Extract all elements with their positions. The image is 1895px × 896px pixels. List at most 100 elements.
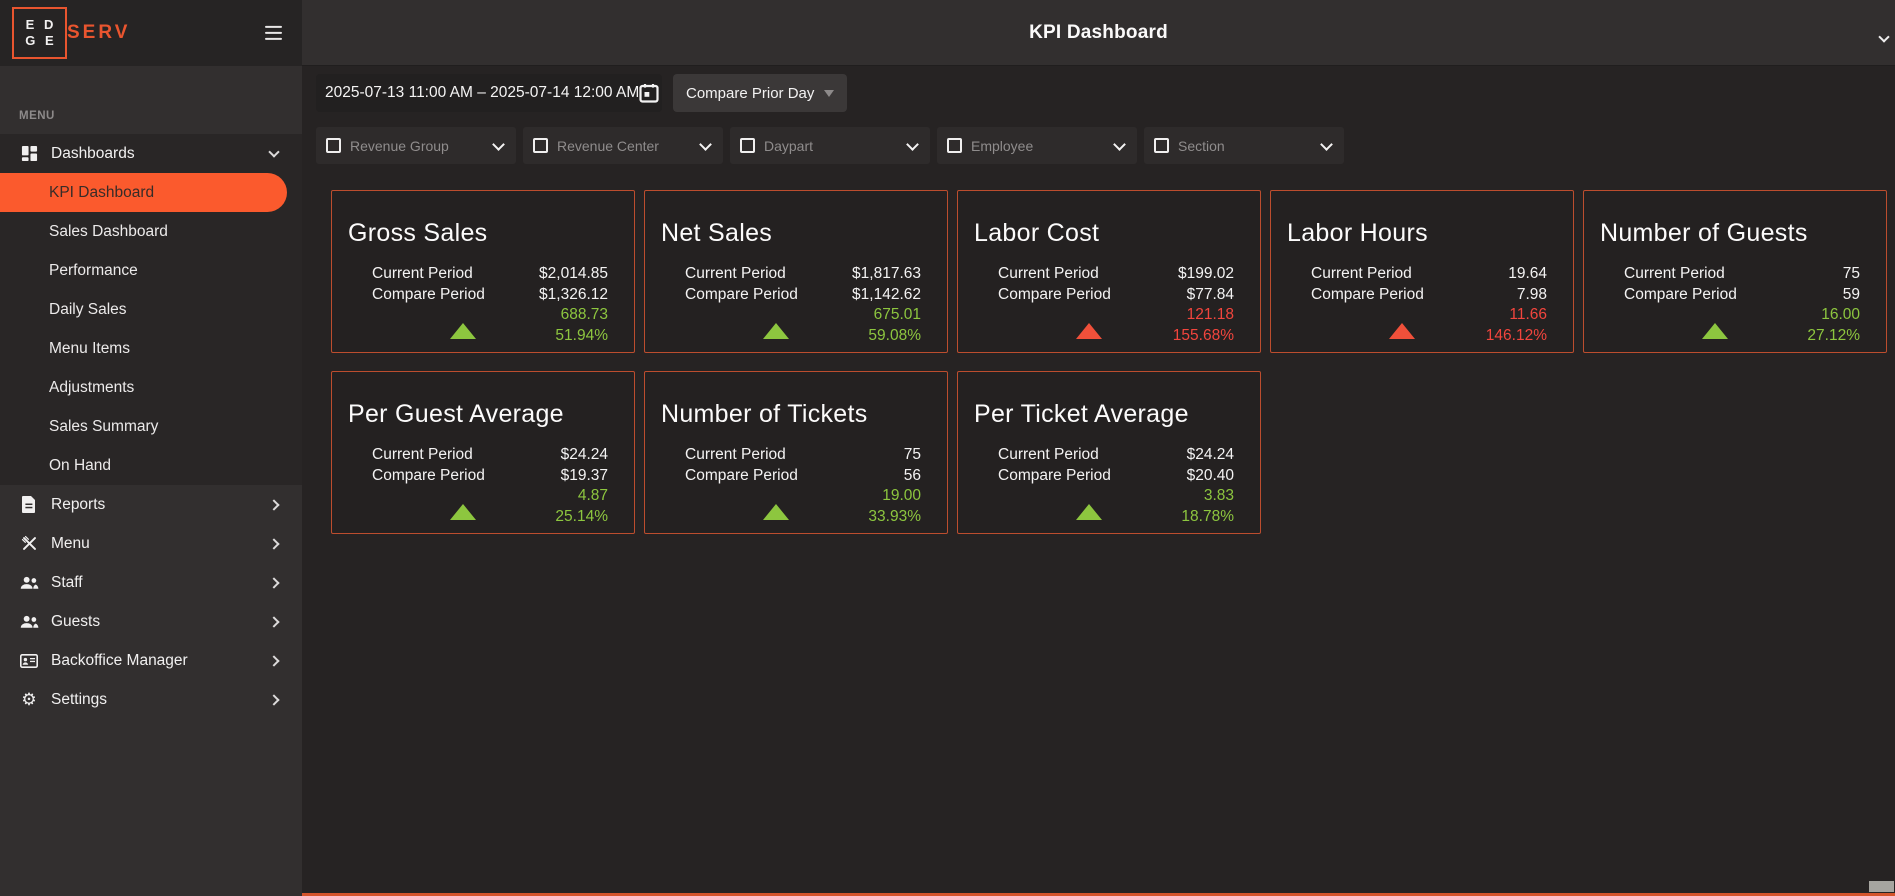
sidebar-subitem-performance[interactable]: Performance bbox=[0, 251, 302, 290]
compare-period-label: Compare Period bbox=[998, 466, 1111, 487]
current-period-label: Current Period bbox=[998, 445, 1099, 466]
compare-period-label: Compare Period bbox=[372, 285, 485, 306]
report-icon bbox=[19, 496, 39, 513]
logo-bar: E D G E SERV bbox=[0, 0, 302, 66]
chevron-down-icon bbox=[908, 143, 917, 149]
delta-percent: 25.14% bbox=[332, 507, 634, 528]
sidebar-item-staff[interactable]: Staff bbox=[0, 563, 302, 602]
sidebar-subitem-menu-items[interactable]: Menu Items bbox=[0, 329, 302, 368]
sidebar-item-reports[interactable]: Reports bbox=[0, 485, 302, 524]
date-range-picker[interactable]: 2025-07-13 11:00 AM – 2025-07-14 12:00 A… bbox=[316, 74, 662, 112]
filter-revenue-center[interactable]: Revenue Center bbox=[523, 127, 723, 164]
sidebar-item-guests[interactable]: Guests bbox=[0, 602, 302, 641]
compare-period-label: Compare Period bbox=[1311, 285, 1424, 306]
sidebar-subitem-adjustments[interactable]: Adjustments bbox=[0, 368, 302, 407]
sidebar-item-backoffice-manager[interactable]: Backoffice Manager bbox=[0, 641, 302, 680]
kpi-card-number-of-tickets: Number of TicketsCurrent Period75Compare… bbox=[644, 371, 948, 534]
current-period-label: Current Period bbox=[372, 445, 473, 466]
compare-period-value: $1,326.12 bbox=[539, 285, 608, 306]
compare-period-label: Compare Period bbox=[372, 466, 485, 487]
dashboard-icon bbox=[19, 145, 39, 162]
chevron-right-icon bbox=[270, 540, 278, 548]
delta-percent: 59.08% bbox=[645, 326, 947, 347]
sidebar-subitem-sales-dashboard[interactable]: Sales Dashboard bbox=[0, 212, 302, 251]
top-header: KPI Dashboard bbox=[302, 0, 1895, 66]
sidebar-subitem-kpi-dashboard[interactable]: KPI Dashboard bbox=[0, 173, 287, 212]
current-period-label: Current Period bbox=[372, 264, 473, 285]
chevron-down-icon bbox=[701, 143, 710, 149]
utensils-icon bbox=[19, 535, 39, 552]
compare-period-value: $1,142.62 bbox=[852, 285, 921, 306]
current-period-label: Current Period bbox=[1311, 264, 1412, 285]
caret-down-icon bbox=[824, 90, 834, 97]
sidebar-subitem-daily-sales[interactable]: Daily Sales bbox=[0, 290, 302, 329]
trend-up-icon bbox=[450, 504, 476, 520]
current-period-value: 75 bbox=[1843, 264, 1860, 285]
sidebar-subitem-on-hand[interactable]: On Hand bbox=[0, 446, 302, 485]
current-period-value: 19.64 bbox=[1508, 264, 1547, 285]
main-content: 2025-07-13 11:00 AM – 2025-07-14 12:00 A… bbox=[302, 67, 1895, 896]
kpi-card-title: Labor Hours bbox=[1287, 219, 1557, 248]
toolbar: 2025-07-13 11:00 AM – 2025-07-14 12:00 A… bbox=[316, 74, 1895, 112]
current-period-label: Current Period bbox=[1624, 264, 1725, 285]
checkbox-icon[interactable] bbox=[947, 138, 962, 153]
kpi-card-title: Per Guest Average bbox=[348, 400, 618, 429]
current-period-value: $24.24 bbox=[1187, 445, 1234, 466]
kpi-cards-grid: Gross Sales Current Period $2,014.85 Compar… bbox=[331, 190, 1887, 534]
checkbox-icon[interactable] bbox=[326, 138, 341, 153]
kpi-card-title: Number of Guests bbox=[1600, 219, 1870, 248]
kpi-card-labor-hours: Labor Hours Current Period 19.64 Compare Pe… bbox=[1270, 190, 1574, 353]
scrollbar-thumb[interactable] bbox=[1869, 881, 1894, 892]
kpi-card-title: Net Sales bbox=[661, 219, 931, 248]
brand-logo: E D G E bbox=[12, 7, 67, 59]
chevron-right-icon bbox=[270, 501, 278, 509]
checkbox-icon[interactable] bbox=[533, 138, 548, 153]
delta-value: 16.00 bbox=[1584, 305, 1886, 326]
current-period-label: Current Period bbox=[685, 264, 786, 285]
compare-period-label: Compare Period bbox=[685, 466, 798, 487]
chevron-right-icon bbox=[270, 618, 278, 626]
delta-value: 688.73 bbox=[332, 305, 634, 326]
kpi-card-per-guest-average: Per Guest Average Current Period $24.24 Com… bbox=[331, 371, 635, 534]
kpi-card-title: Number of Tickets bbox=[661, 400, 931, 429]
kpi-card-title: Per Ticket Average bbox=[974, 400, 1244, 429]
filter-daypart[interactable]: Daypart bbox=[730, 127, 930, 164]
current-period-value: $24.24 bbox=[561, 445, 608, 466]
guests-icon bbox=[19, 615, 39, 629]
compare-select[interactable]: Compare Prior Day bbox=[673, 74, 847, 112]
checkbox-icon[interactable] bbox=[740, 138, 755, 153]
sidebar-group-reports: Reports bbox=[0, 485, 302, 524]
sidebar-item-dashboards[interactable]: Dashboards bbox=[0, 134, 302, 173]
delta-value: 4.87 bbox=[332, 486, 634, 507]
calendar-icon bbox=[639, 83, 659, 103]
compare-period-value: $20.40 bbox=[1187, 466, 1234, 487]
sidebar-group-dashboards: DashboardsKPI DashboardSales DashboardPe… bbox=[0, 134, 302, 485]
chevron-down-icon[interactable] bbox=[1880, 28, 1888, 46]
sidebar-item-settings[interactable]: ⚙Settings bbox=[0, 680, 302, 719]
kpi-card-per-ticket-average: Per Ticket Average Current Period $24.24 Co… bbox=[957, 371, 1261, 534]
delta-percent: 51.94% bbox=[332, 326, 634, 347]
hamburger-menu-icon[interactable] bbox=[265, 26, 282, 40]
filter-revenue-group[interactable]: Revenue Group bbox=[316, 127, 516, 164]
kpi-card-net-sales: Net SalesCurrent Period$1,817.63Compare … bbox=[644, 190, 948, 353]
delta-value: 11.66 bbox=[1271, 305, 1573, 326]
idcard-icon bbox=[19, 654, 39, 668]
sidebar-menu: DashboardsKPI DashboardSales DashboardPe… bbox=[0, 134, 302, 719]
sidebar-item-menu[interactable]: Menu bbox=[0, 524, 302, 563]
trend-up-icon bbox=[450, 323, 476, 339]
current-period-value: $2,014.85 bbox=[539, 264, 608, 285]
brand-logo-bottom: G E bbox=[25, 33, 56, 49]
chevron-down-icon bbox=[1115, 143, 1124, 149]
checkbox-icon[interactable] bbox=[1154, 138, 1169, 153]
delta-percent: 18.78% bbox=[958, 507, 1260, 528]
sidebar-subitem-sales-summary[interactable]: Sales Summary bbox=[0, 407, 302, 446]
delta-value: 3.83 bbox=[958, 486, 1260, 507]
staff-icon bbox=[19, 576, 39, 590]
kpi-card-title: Gross Sales bbox=[348, 219, 618, 248]
trend-up-icon bbox=[1076, 323, 1102, 339]
sidebar-group-settings: ⚙Settings bbox=[0, 680, 302, 719]
date-range-value: 2025-07-13 11:00 AM – 2025-07-14 12:00 A… bbox=[325, 84, 639, 102]
filter-employee[interactable]: Employee bbox=[937, 127, 1137, 164]
compare-period-label: Compare Period bbox=[998, 285, 1111, 306]
filter-section[interactable]: Section bbox=[1144, 127, 1344, 164]
